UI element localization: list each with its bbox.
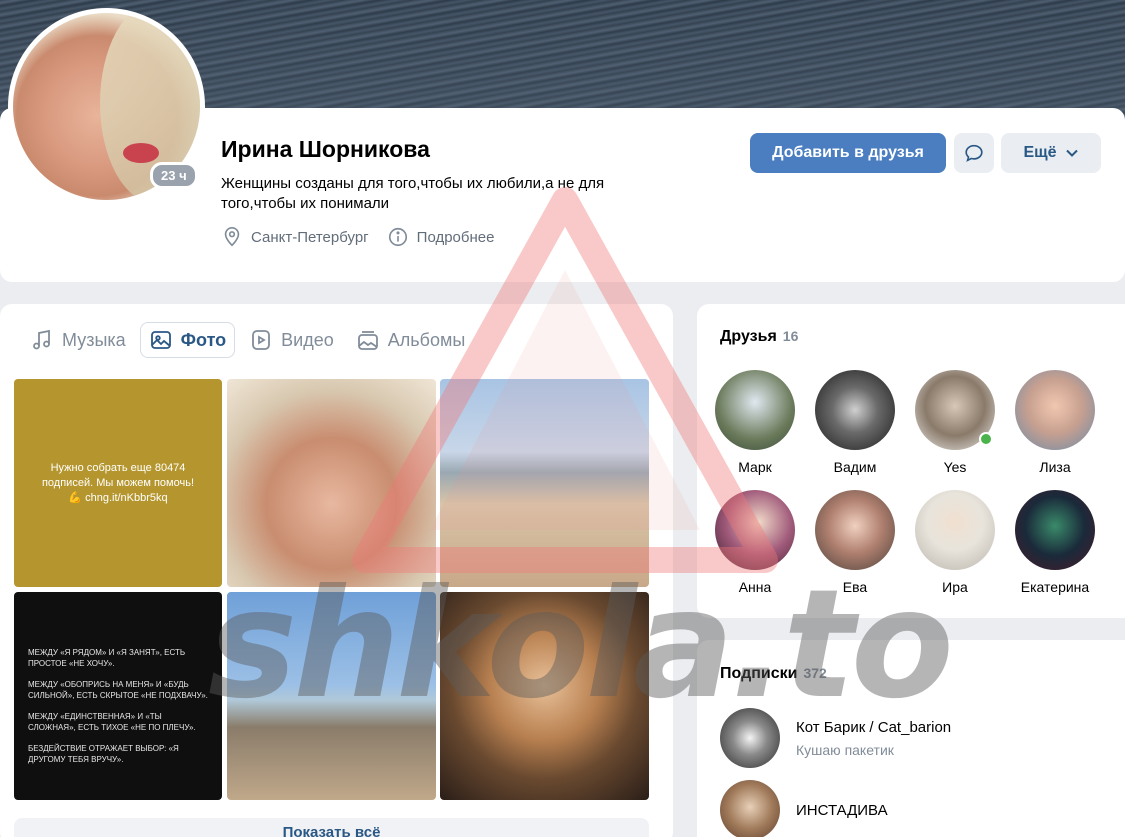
tab-photo[interactable]: Фото [139,322,236,358]
friend-name: Марк [738,459,772,475]
avatar [720,780,780,837]
subscription-name: ИНСТАДИВА [796,801,888,819]
tab-video-label: Видео [281,329,334,350]
media-tabs: Музыка Фото Видео Альбомы [22,322,473,358]
friend-name: Екатерина [1020,579,1090,595]
avatar [915,370,995,450]
photo-caption: Нужно собрать еще 80474 подписей. Мы мож… [41,461,195,504]
photo-tile[interactable]: Нужно собрать еще 80474 подписей. Мы мож… [14,379,222,587]
tab-albums-label: Альбомы [387,329,466,350]
friends-title[interactable]: Друзья 16 [720,328,798,346]
avatar [720,708,780,768]
city-label: Санкт-Петербург [251,228,369,246]
tab-photo-label: Фото [180,329,227,350]
chevron-down-icon [1065,149,1078,157]
friend-name: Лиза [1039,459,1071,475]
albums-icon [357,331,378,350]
avatar [715,490,795,570]
quote-line: МЕЖДУ «Я РЯДОМ» И «Я ЗАНЯТ», ЕСТЬ ПРОСТО… [28,648,186,668]
friend-name: Ира [942,579,968,595]
photo-tile[interactable]: МЕЖДУ «Я РЯДОМ» И «Я ЗАНЯТ», ЕСТЬ ПРОСТО… [14,592,222,800]
avatar [915,490,995,570]
subscriptions-title-label: Подписки [720,665,798,682]
message-button[interactable] [954,133,994,173]
avatar [1015,370,1095,450]
profile-meta: Санкт-Петербург Подробнее [221,226,494,248]
subscription-name: Кот Барик / Cat_barion [796,718,952,736]
tab-albums[interactable]: Альбомы [348,322,474,358]
avatar [1015,490,1095,570]
add-friend-button[interactable]: Добавить в друзья [750,133,946,173]
profile-name: Ирина Шорникова [221,136,430,162]
show-all-button[interactable]: Показать всё [14,818,649,837]
more-label: Ещё [1023,144,1057,161]
message-icon [965,144,983,162]
friend-item[interactable]: Марк [705,370,805,475]
details-link[interactable]: Подробнее [387,226,495,248]
friends-title-label: Друзья [720,328,777,345]
more-button[interactable]: Ещё [1001,133,1101,173]
friends-count: 16 [782,328,799,344]
friend-item[interactable]: Анна [705,490,805,595]
tab-music-label: Музыка [62,329,126,350]
friend-item[interactable]: Вадим [805,370,905,475]
quote-line: МЕЖДУ «ОБОПРИСЬ НА МЕНЯ» И «БУДЬ СИЛЬНОЙ… [28,680,208,700]
friend-name: Yes [943,459,967,475]
video-icon [252,330,271,350]
avatar [715,370,795,450]
subscription-desc: Кушаю пакетик [796,741,894,758]
friend-name: Вадим [833,459,877,475]
subscription-item[interactable]: Кот Барик / Cat_barion Кушаю пакетик [720,708,951,768]
photo-tile[interactable] [227,379,436,587]
subscription-item[interactable]: ИНСТАДИВА [720,780,888,837]
avatar [815,490,895,570]
friend-item[interactable]: Ира [905,490,1005,595]
city-item: Санкт-Петербург [221,226,369,248]
avatar [815,370,895,450]
subscriptions-title[interactable]: Подписки 372 [720,665,827,683]
info-icon [388,227,407,247]
location-pin-icon [224,227,240,247]
last-seen-badge: 23 ч [150,162,198,189]
details-label: Подробнее [416,228,495,246]
photo-icon [150,331,171,349]
friend-name: Ева [842,579,868,595]
profile-status: Женщины созданы для того,чтобы их любили… [221,175,605,212]
friend-name: Анна [738,579,772,595]
friend-item[interactable]: Екатерина [1005,490,1105,595]
photo-tile[interactable] [440,592,649,800]
photo-tile[interactable] [440,379,649,587]
online-indicator [979,432,993,446]
tab-music[interactable]: Музыка [22,322,134,358]
quote-line: БЕЗДЕЙСТВИЕ ОТРАЖАЕТ ВЫБОР: «Я ДРУГОМУ Т… [28,744,179,764]
photo-tile[interactable] [227,592,436,800]
music-icon [33,329,50,350]
friend-item[interactable]: Yes [905,370,1005,475]
friend-item[interactable]: Лиза [1005,370,1105,475]
tab-video[interactable]: Видео [241,322,342,358]
quote-line: МЕЖДУ «ЕДИНСТВЕННАЯ» И «ТЫ СЛОЖНАЯ», ЕСТ… [28,712,196,732]
friend-item[interactable]: Ева [805,490,905,595]
subscriptions-count: 372 [803,665,827,681]
